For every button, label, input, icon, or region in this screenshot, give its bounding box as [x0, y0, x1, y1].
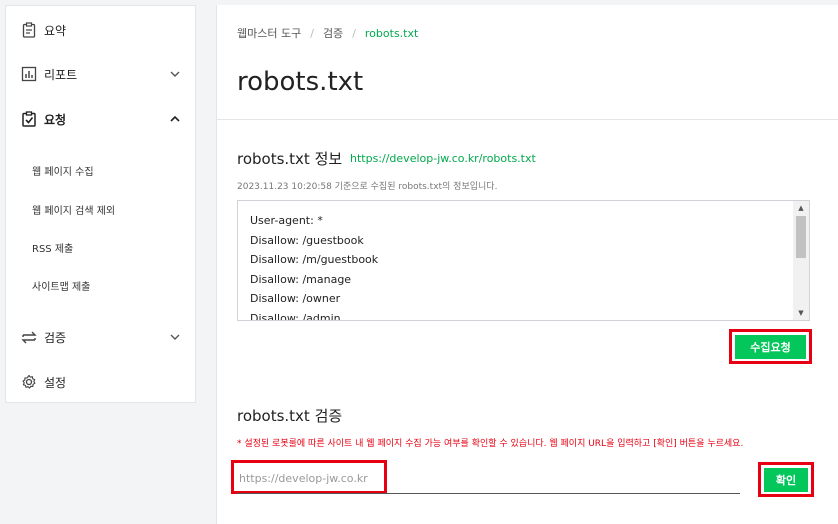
chart-icon	[20, 65, 38, 83]
breadcrumb: 웹마스터 도구 / 검증 / robots.txt	[237, 25, 418, 41]
gear-icon	[20, 373, 38, 391]
sidebar-item-label: 요약	[44, 23, 67, 38]
sidebar-item-settings[interactable]: 설정	[6, 367, 195, 397]
scroll-up-arrow-icon[interactable]: ▲	[793, 201, 809, 215]
sidebar-item-report[interactable]: 리포트	[6, 59, 195, 89]
robots-verify-note: * 설정된 로봇룰에 따른 사이트 내 웹 페이지 수집 가능 여부를 확인할 …	[237, 439, 744, 449]
collect-request-highlight: 수집요청	[729, 329, 812, 364]
sidebar-subitem-rss[interactable]: RSS 제출	[32, 240, 73, 255]
sidebar-item-label: 요청	[44, 112, 67, 127]
confirm-highlight: 확인	[758, 462, 814, 497]
scroll-thumb[interactable]	[796, 216, 806, 258]
breadcrumb-item[interactable]: 검증	[323, 27, 343, 40]
robots-line: Disallow: /admin	[250, 311, 341, 321]
sidebar-item-verify[interactable]: 검증	[6, 322, 195, 352]
sidebar: 요약 리포트 요청 웹 페이지 수집 웹 페이지 검색 제외 RSS 제출 사이…	[5, 5, 196, 403]
robots-content: User-agent: * Disallow: /guestbook Disal…	[250, 211, 379, 321]
url-input-underline	[237, 493, 740, 494]
breadcrumb-current: robots.txt	[364, 27, 419, 40]
sidebar-item-label: 설정	[44, 375, 67, 390]
sidebar-subitem-sitemap[interactable]: 사이트맵 제출	[32, 278, 90, 293]
url-input-highlight	[231, 460, 387, 494]
main-content: 웹마스터 도구 / 검증 / robots.txt robots.txt robots.…	[216, 5, 838, 524]
robots-content-box[interactable]: User-agent: * Disallow: /guestbook Disal…	[237, 200, 810, 321]
swap-icon	[20, 328, 38, 346]
url-input[interactable]	[237, 465, 381, 491]
robots-url-link[interactable]: https://develop-jw.co.kr/robots.txt	[350, 152, 536, 165]
robots-line: Disallow: /owner	[250, 292, 341, 305]
robots-line: Disallow: /m/guestbook	[250, 253, 379, 266]
robots-info-title: robots.txt 정보	[237, 150, 343, 168]
divider	[217, 119, 838, 120]
page-title: robots.txt	[237, 67, 364, 97]
robots-line: User-agent: *	[250, 214, 323, 227]
scrollbar[interactable]: ▲ ▼	[793, 201, 809, 320]
confirm-button[interactable]: 확인	[764, 467, 808, 492]
sidebar-item-summary[interactable]: 요약	[6, 15, 195, 45]
sidebar-subitem-web-collect[interactable]: 웹 페이지 수집	[32, 163, 94, 178]
chevron-down-icon	[169, 68, 181, 80]
chevron-down-icon	[169, 331, 181, 343]
robots-line: Disallow: /guestbook	[250, 233, 364, 247]
robots-info-description: 2023.11.23 10:20:58 기준으로 수집된 robots.txt의…	[237, 182, 498, 192]
sidebar-item-label: 리포트	[44, 67, 78, 82]
robots-verify-title: robots.txt 검증	[237, 407, 343, 425]
scroll-down-arrow-icon[interactable]: ▼	[793, 306, 809, 320]
sidebar-item-label: 검증	[44, 330, 67, 345]
breadcrumb-separator: /	[352, 27, 356, 40]
breadcrumb-item[interactable]: 웹마스터 도구	[237, 27, 301, 40]
sidebar-item-request[interactable]: 요청	[6, 104, 195, 134]
check-clipboard-icon	[20, 110, 38, 128]
collect-request-button[interactable]: 수집요청	[735, 334, 806, 359]
clipboard-icon	[20, 21, 38, 39]
chevron-up-icon	[169, 113, 181, 125]
sidebar-subitem-web-exclude[interactable]: 웹 페이지 검색 제외	[32, 202, 115, 217]
breadcrumb-separator: /	[310, 27, 314, 40]
robots-line: Disallow: /manage	[250, 272, 352, 286]
